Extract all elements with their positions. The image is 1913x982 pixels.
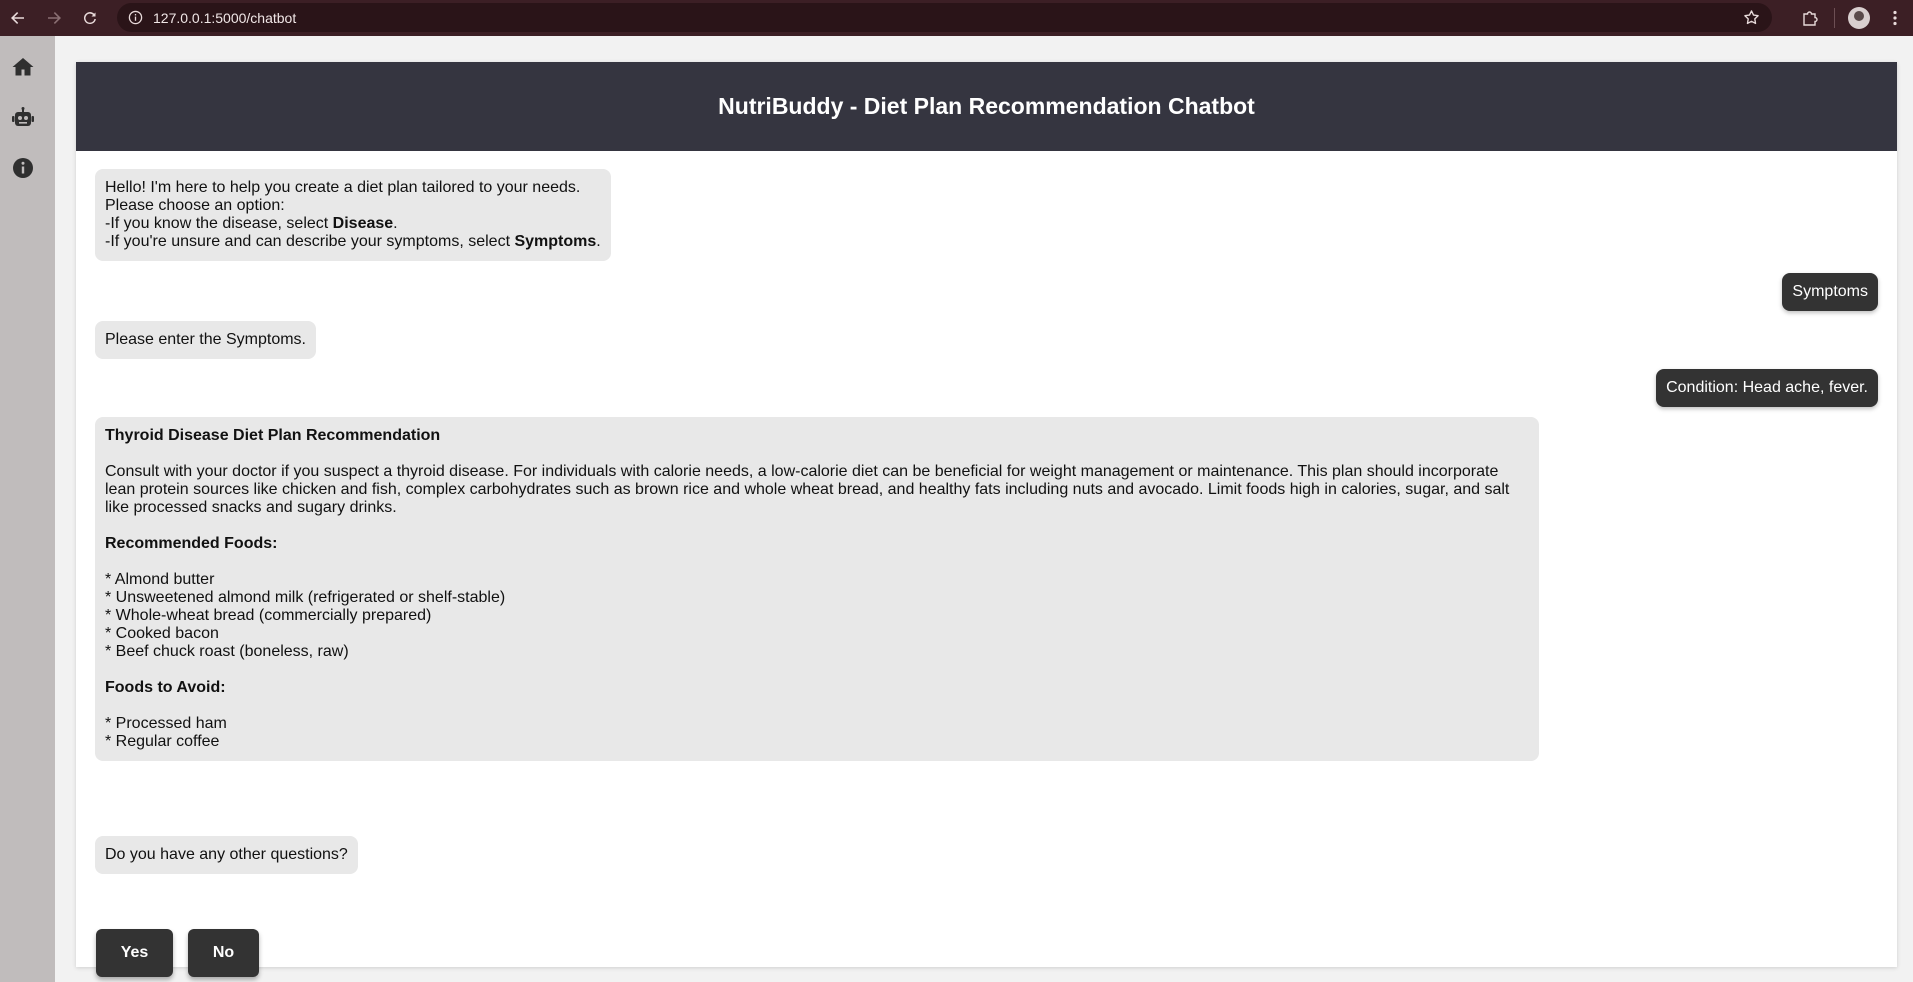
avoid-food-item: * Regular coffee <box>105 733 220 750</box>
bot-message-followup: Do you have any other questions? <box>95 836 358 874</box>
reload-button[interactable] <box>72 0 108 36</box>
recommended-food-item: * Beef chuck roast (boneless, raw) <box>105 643 349 660</box>
robot-icon[interactable] <box>10 105 36 131</box>
user-message-condition: Condition: Head ache, fever. <box>1656 369 1878 407</box>
arrow-right-icon <box>48 12 61 24</box>
back-button[interactable] <box>0 0 36 36</box>
reload-icon <box>83 12 96 25</box>
extensions-button[interactable] <box>1792 0 1828 36</box>
user-message-choice: Symptoms <box>1782 273 1878 311</box>
chatbot-panel: NutriBuddy - Diet Plan Recommendation Ch… <box>76 62 1897 977</box>
recommendation-body: Consult with your doctor if you suspect … <box>105 463 1510 516</box>
avoid-foods-heading: Foods to Avoid: <box>105 679 226 696</box>
chatbot-header: NutriBuddy - Diet Plan Recommendation Ch… <box>76 62 1897 151</box>
site-info-icon[interactable] <box>127 10 143 26</box>
sidebar <box>0 36 55 982</box>
browser-menu-button[interactable] <box>1877 0 1913 36</box>
greeting-line: Please choose an option: <box>105 197 285 214</box>
bot-message-recommendation: Thyroid Disease Diet Plan Recommendation… <box>95 417 1539 761</box>
yes-button[interactable]: Yes <box>96 929 173 977</box>
recommended-food-item: * Unsweetened almond milk (refrigerated … <box>105 589 506 606</box>
info-circle-icon[interactable] <box>10 155 36 181</box>
greeting-line: Hello! I'm here to help you create a die… <box>105 179 581 196</box>
greeting-option-disease: -If you know the disease, select Disease… <box>105 215 398 232</box>
recommended-food-item: * Whole-wheat bread (commercially prepar… <box>105 607 432 624</box>
recommendation-title: Thyroid Disease Diet Plan Recommendation <box>105 427 441 444</box>
recommended-foods-heading: Recommended Foods: <box>105 535 278 552</box>
page-title: NutriBuddy - Diet Plan Recommendation Ch… <box>718 93 1255 119</box>
puzzle-icon <box>1803 11 1818 26</box>
bookmark-star-icon[interactable] <box>1743 9 1760 26</box>
home-icon[interactable] <box>10 54 36 80</box>
bot-message-prompt: Please enter the Symptoms. <box>95 321 316 359</box>
url-text: 127.0.0.1:5000/chatbot <box>153 9 297 26</box>
profile-button[interactable] <box>1841 0 1877 36</box>
recommended-food-item: * Almond butter <box>105 571 215 588</box>
no-button[interactable]: No <box>188 929 259 977</box>
bot-message-greeting: Hello! I'm here to help you create a die… <box>95 169 611 261</box>
greeting-option-symptoms: -If you're unsure and can describe your … <box>105 233 601 250</box>
arrow-left-icon <box>11 12 24 24</box>
address-bar[interactable]: 127.0.0.1:5000/chatbot <box>117 3 1772 32</box>
recommended-food-item: * Cooked bacon <box>105 625 219 642</box>
forward-button[interactable] <box>36 0 72 36</box>
avoid-food-item: * Processed ham <box>105 715 227 732</box>
toolbar-divider <box>1834 8 1835 28</box>
browser-toolbar: 127.0.0.1:5000/chatbot <box>0 0 1913 36</box>
kebab-menu-icon <box>1893 10 1897 26</box>
avatar <box>1848 7 1870 29</box>
